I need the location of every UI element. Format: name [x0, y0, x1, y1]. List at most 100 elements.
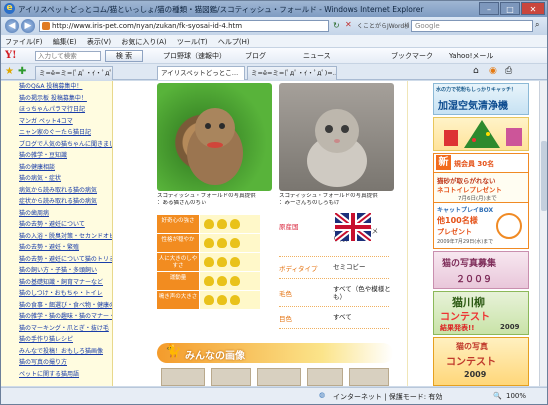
menu-file[interactable]: ファイル(F) — [1, 35, 47, 49]
leftnav-link[interactable]: みんなで投稿！おもしろ猫画像 — [1, 346, 112, 358]
tab-1[interactable]: ミ=ё=ミ=(ﾟдﾟ・ｲ・ﾟдﾟ)=… — [35, 66, 113, 80]
ad-box-date: 2009年7月29日(水)まで — [437, 239, 494, 245]
minimize-button[interactable]: – — [479, 2, 499, 15]
gallery-thumb-5[interactable] — [349, 368, 389, 386]
leftnav-link[interactable]: 猫のしつけ・おもちゃ・トイレ — [1, 288, 112, 300]
tab-2[interactable]: アイリスペットどっとこ… — [157, 66, 245, 80]
cat-mascot-icon — [496, 213, 522, 239]
ad-contest4-title: 猫の写真 — [456, 342, 488, 351]
leftnav-link[interactable]: 猫の歯周病 — [1, 208, 112, 220]
menu-edit[interactable]: 編集(E) — [49, 35, 81, 49]
leftnav-link[interactable]: ブログで人気の猫ちゃんに聞きました — [1, 139, 112, 151]
leftnav-link[interactable]: 猫の写真の撮り方 — [1, 357, 112, 369]
address-bar[interactable]: http://www.iris-pet.com/nyan/zukan/fk-sy… — [39, 20, 329, 32]
ad-air-subtitle: 水の力で花粉もしっかりキャッチ！ — [436, 87, 517, 93]
leftnav-link[interactable]: 猫の健康相談 — [1, 162, 112, 174]
leftnav-link[interactable]: 猫の雑学・猫の趣味・猫のマナー・猫の気持ち — [1, 311, 112, 323]
leftnav-link[interactable]: 猫の基礎知識・飼育マナーなど — [1, 277, 112, 289]
navigation-bar: ◀ ▶ http://www.iris-pet.com/nyan/zukan/f… — [1, 17, 547, 35]
yahoo-search-input[interactable]: 入力して検索 — [35, 51, 101, 61]
leftnav-link[interactable]: 猫の病気・症状 — [1, 173, 112, 185]
stop-icon[interactable]: ✕ — [345, 20, 352, 29]
toolbar-news[interactable]: ニュース — [303, 51, 331, 61]
status-zoom[interactable]: 100% — [506, 392, 526, 400]
maximize-button[interactable]: □ — [500, 2, 520, 15]
uk-flag-icon — [335, 213, 371, 241]
ad-new-member[interactable]: 新 規会員 30名 — [433, 153, 529, 173]
rating-label: 好奇心の強さ — [157, 215, 199, 233]
ad-cat-toilet[interactable]: 猫砂が取らがれない ネコトイレプレゼント 7月6日(月)まで — [433, 173, 529, 203]
leftnav-link[interactable]: 症状から読み取れる猫の病気 — [1, 196, 112, 208]
info-key-coat: 毛色 — [279, 290, 292, 298]
back-icon[interactable]: ◀ — [5, 19, 19, 33]
leftnav-link[interactable]: 猫の食事・餌選び・食べ物・健康の注意 — [1, 300, 112, 312]
yahoo-search-button[interactable]: 検 索 — [105, 50, 143, 62]
gallery-thumb-2[interactable] — [211, 368, 251, 386]
zoom-icon[interactable]: 🔍 — [493, 392, 502, 400]
cat-photo-right[interactable] — [279, 83, 394, 191]
toolbar-baseball[interactable]: プロ野球（速報中） — [163, 51, 226, 61]
gallery-thumb-3[interactable] — [257, 368, 301, 386]
refresh-icon[interactable]: ↻ — [333, 21, 340, 30]
leftnav-link[interactable]: ペットに関する猫用語 — [1, 369, 112, 381]
right-photo-caption-1: スコティッシュ・フォールドの写真提供 — [279, 193, 378, 199]
leftnav-link[interactable]: 猫の手作り猫レシピ — [1, 334, 112, 346]
scrollbar-thumb[interactable] — [541, 141, 547, 211]
toolbar-mail[interactable]: Yahoo!メール — [449, 51, 493, 61]
info-key-body: ボディタイプ — [279, 265, 318, 273]
jword-search-hint[interactable]: くことがらJWord検索 — [357, 21, 409, 30]
leftnav-link[interactable]: 猫のQ&A 投稿募集中！ — [1, 81, 112, 93]
toolbar-bookmark[interactable]: ブックマーク — [391, 51, 433, 61]
menu-help[interactable]: ヘルプ(H) — [214, 35, 254, 49]
gallery-thumb-4[interactable] — [307, 368, 343, 386]
google-search-input[interactable]: Google — [411, 20, 533, 32]
leftnav-link[interactable]: 猫の去勢・避妊について猫のトリミング講座 — [1, 254, 112, 266]
globe-icon: ◍ — [319, 391, 326, 399]
ad-column: 水の力で花粉もしっかりキャッチ！ 加湿空気清浄機 新 規会員 30名 猫砂が取ら… — [433, 81, 529, 386]
toolbar-blog[interactable]: ブログ — [245, 51, 266, 61]
forward-icon[interactable]: ▶ — [21, 19, 35, 33]
favorites-star-icon[interactable]: ★ — [5, 66, 14, 77]
feeds-icon[interactable]: ◉ — [489, 66, 497, 76]
leftnav-link[interactable]: ほっちゃんパラマ行日記 — [1, 104, 112, 116]
leftnav-link[interactable]: 猫のマーキング・爪とぎ・抜け毛 — [1, 323, 112, 335]
leftnav-link[interactable]: 猫の飼い方・子猫・多頭飼い — [1, 265, 112, 277]
leftnav-link[interactable]: ニャン家のぐーたら猫日記 — [1, 127, 112, 139]
leftnav-link[interactable]: マンガ ペット4コマ — [1, 116, 112, 128]
cat-illustration-left — [187, 108, 243, 185]
ad-cat-photo-contest-2[interactable]: 猫の写真 コンテスト 2009 — [433, 337, 529, 386]
rating-value — [200, 215, 260, 233]
rating-label: 鳴き声の大きさ — [157, 291, 199, 309]
cat-face-icon — [204, 257, 214, 267]
home-icon[interactable]: ⌂ — [473, 66, 479, 76]
yahoo-toolbar: Y! 入力して検索 検 索 プロ野球（速報中） ブログ ニュース ブックマーク … — [1, 48, 547, 64]
menu-tools[interactable]: ツール(T) — [173, 35, 212, 49]
leftnav-link[interactable]: 猫の入浴・脱臭対策・セカンドオピニオン — [1, 231, 112, 243]
ad-air-purifier[interactable]: 水の力で花粉もしっかりキャッチ！ 加湿空気清浄機 — [433, 83, 529, 115]
ad-christmas[interactable] — [433, 117, 529, 151]
yahoo-logo[interactable]: Y! — [5, 50, 17, 61]
leftnav-link[interactable]: 猫の掲示板 投稿募集中！ — [1, 93, 112, 105]
menu-view[interactable]: 表示(V) — [83, 35, 115, 49]
leftnav-link[interactable]: 猫の雑学・豆知識 — [1, 150, 112, 162]
cat-face-icon — [230, 257, 240, 267]
tab-3[interactable]: ミ=ё=ミ=(ﾟдﾟ・ｲ・ﾟдﾟ)=… — [247, 66, 337, 80]
search-icon[interactable]: ⌕ — [535, 20, 539, 30]
menu-favorites[interactable]: お気に入り(A) — [117, 35, 170, 49]
gallery-title: みんなの画像 — [185, 351, 245, 362]
vertical-scrollbar[interactable] — [539, 81, 547, 386]
leftnav-link[interactable]: 猫の去勢・避妊・繁殖 — [1, 242, 112, 254]
add-favorite-icon[interactable]: ✚ — [18, 66, 26, 77]
gallery-thumb-1[interactable] — [161, 368, 205, 386]
print-icon[interactable]: ⎙ — [505, 66, 512, 76]
info-value-coat: すべて（色や模様とも） — [333, 285, 391, 301]
ad-senryu-contest[interactable]: 猫川柳 コンテスト 2009 結果発表!! — [433, 291, 529, 335]
close-button[interactable]: ✕ — [521, 2, 545, 15]
ad-contest4b-title: コンテスト — [446, 357, 496, 368]
leftnav-link[interactable]: 猫の去勢・避妊について — [1, 219, 112, 231]
ad-cat-play-box[interactable]: キャットプレイBOX 他100名様 プレゼント 2009年7月29日(水)まで — [433, 203, 529, 249]
leftnav-link[interactable]: 病気から読み取れる猫の病気 — [1, 185, 112, 197]
cat-photo-left[interactable] — [157, 83, 272, 191]
rating-row: 好奇心の強さ — [157, 215, 263, 233]
ad-photo-contest[interactable]: 猫の写真募集 ２００９ — [433, 251, 529, 289]
